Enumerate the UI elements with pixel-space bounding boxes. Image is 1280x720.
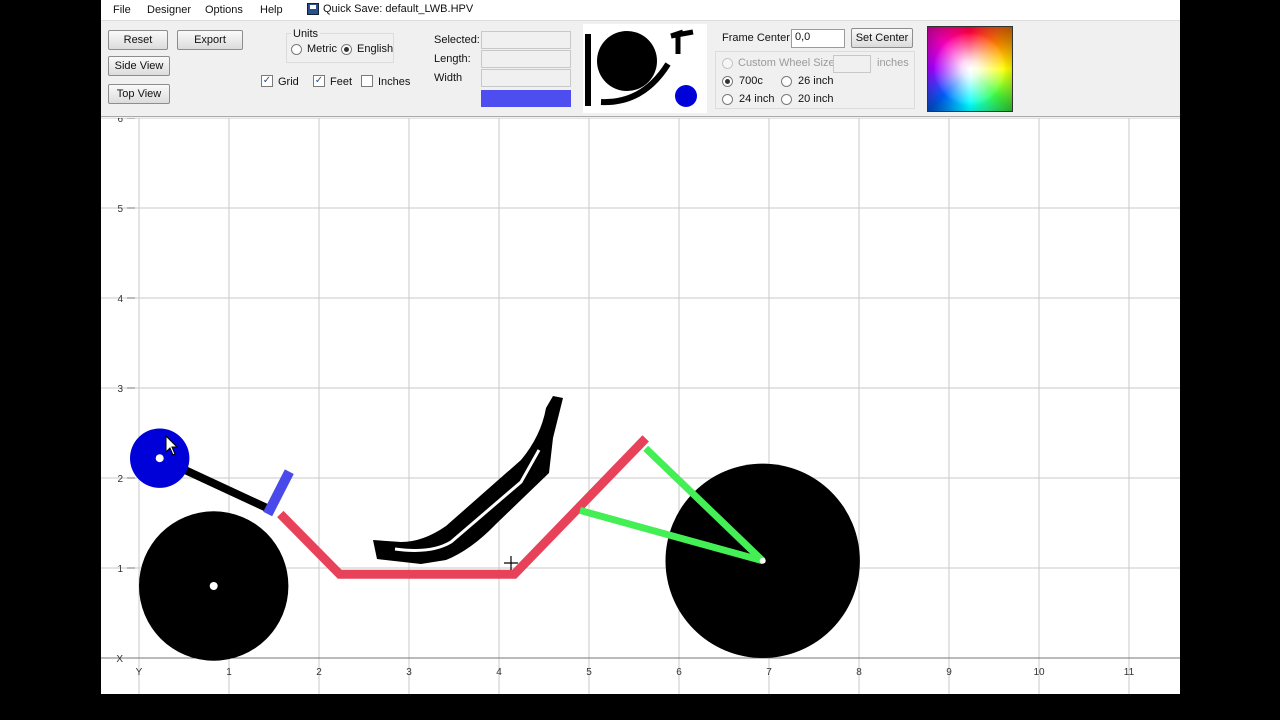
- design-canvas[interactable]: Y 1 2 3 4 5 6 7 8 9 10 11 X 1 2 3 4 5 6: [101, 118, 1180, 694]
- custom-wheel-field[interactable]: [833, 55, 871, 73]
- menu-file[interactable]: File: [113, 4, 131, 16]
- metric-label: Metric: [307, 43, 337, 55]
- length-label: Length:: [434, 53, 471, 65]
- feet-label: Feet: [330, 76, 353, 88]
- custom-wheel-unit: inches: [877, 57, 909, 69]
- grid-checkbox[interactable]: ✓: [261, 75, 273, 87]
- inches-checkbox[interactable]: [361, 75, 373, 87]
- save-disk-icon: [307, 3, 319, 15]
- wheel-26-label: 26 inch: [798, 75, 834, 87]
- y-tick-label: 5: [117, 204, 123, 215]
- y-tick-label: X: [116, 654, 123, 665]
- color-picker-wheel[interactable]: [927, 26, 1013, 112]
- frame-center-label: Frame Center: [722, 32, 790, 44]
- y-tick-label: 2: [117, 474, 123, 485]
- design-drawing[interactable]: Y 1 2 3 4 5 6 7 8 9 10 11 X 1 2 3 4 5 6: [101, 118, 1180, 694]
- feet-checkbox[interactable]: ✓: [313, 75, 325, 87]
- reset-button[interactable]: Reset: [108, 30, 168, 50]
- x-tick-label: 8: [856, 667, 862, 678]
- x-tick-label: Y: [136, 667, 143, 678]
- grid-label: Grid: [278, 76, 299, 88]
- selected-field: [481, 31, 571, 49]
- menu-bar: File Designer Options Help Quick Save: d…: [101, 0, 1180, 21]
- custom-wheel-radio[interactable]: [722, 58, 733, 69]
- rear-wheel-hub: [759, 557, 766, 564]
- wheel-24-label: 24 inch: [739, 93, 775, 105]
- inches-label: Inches: [378, 76, 411, 88]
- selected-color-swatch[interactable]: [481, 90, 571, 107]
- y-tick-label: 1: [117, 564, 123, 575]
- english-radio[interactable]: [341, 44, 352, 55]
- top-view-button[interactable]: Top View: [108, 84, 170, 104]
- y-tick-label: 3: [117, 384, 123, 395]
- english-label: English: [357, 43, 394, 55]
- menu-options[interactable]: Options: [205, 4, 243, 16]
- x-tick-label: 9: [946, 667, 952, 678]
- x-tick-label: 1: [226, 667, 232, 678]
- frame-center-input[interactable]: 0,0: [791, 29, 845, 48]
- wheel-700c-label: 700c: [739, 75, 763, 87]
- export-button[interactable]: Export: [177, 30, 243, 50]
- app-window: File Designer Options Help Quick Save: d…: [101, 0, 1180, 694]
- menu-designer[interactable]: Designer: [147, 4, 191, 16]
- toolbar: Reset Export Side View Top View Units Me…: [101, 21, 1180, 117]
- wheel-26-radio[interactable]: [781, 76, 792, 87]
- width-field: [481, 69, 571, 87]
- bike-parts: [130, 396, 860, 661]
- set-center-button[interactable]: Set Center: [851, 28, 913, 48]
- x-tick-label: 4: [496, 667, 502, 678]
- menu-help[interactable]: Help: [260, 4, 283, 16]
- front-wheel-hub: [209, 582, 218, 590]
- units-title: Units: [291, 28, 321, 40]
- x-tick-label: 11: [1124, 667, 1135, 678]
- x-tick-label: 2: [316, 667, 322, 678]
- custom-wheel-label: Custom Wheel Size: [738, 57, 835, 69]
- wheel-700c-radio[interactable]: [722, 76, 733, 87]
- wheel-24-radio[interactable]: [722, 94, 733, 105]
- x-tick-label: 5: [586, 667, 592, 678]
- x-tick-label: 3: [406, 667, 412, 678]
- quick-save-label: Quick Save: default_LWB.HPV: [323, 3, 474, 15]
- y-tick-label: 6: [117, 118, 123, 125]
- x-tick-label: 7: [766, 667, 772, 678]
- metric-radio[interactable]: [291, 44, 302, 55]
- x-tick-label: 6: [676, 667, 682, 678]
- wheel-20-label: 20 inch: [798, 93, 834, 105]
- width-label: Width: [434, 72, 463, 84]
- chainring-hub: [155, 454, 164, 463]
- seat: [373, 396, 563, 564]
- quick-save-menu[interactable]: Quick Save: default_LWB.HPV: [307, 3, 473, 15]
- x-tick-label: 10: [1033, 667, 1045, 678]
- main-frame: [277, 435, 649, 579]
- part-preview[interactable]: [583, 24, 707, 113]
- length-field: [481, 50, 571, 68]
- side-view-button[interactable]: Side View: [108, 56, 170, 76]
- part-preview-icon: [585, 29, 697, 107]
- selected-label: Selected:: [434, 34, 480, 46]
- y-tick-label: 4: [117, 294, 123, 305]
- wheel-20-radio[interactable]: [781, 94, 792, 105]
